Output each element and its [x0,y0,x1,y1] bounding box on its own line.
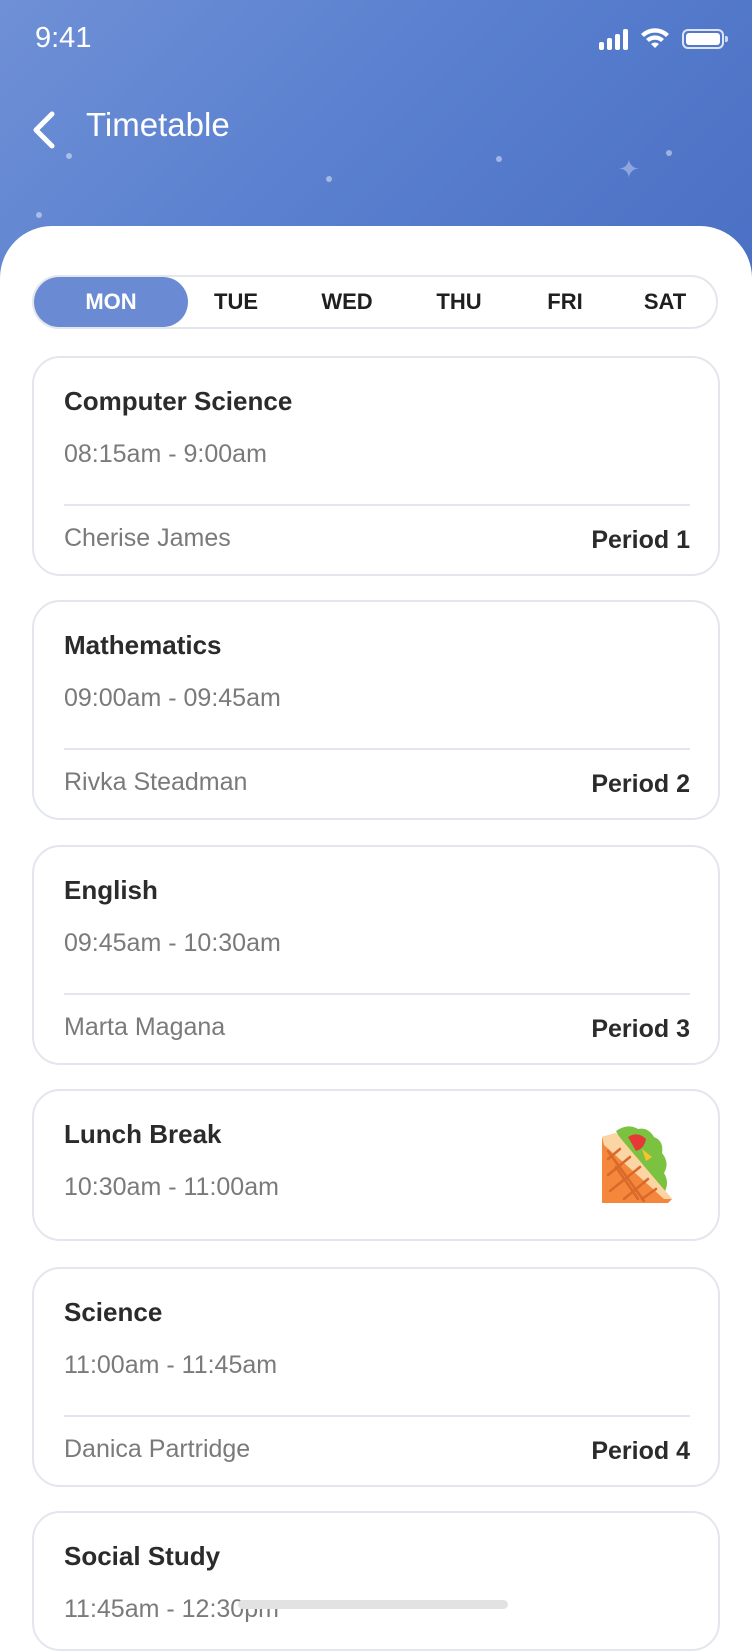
class-subject: Social Study [64,1541,221,1571]
signal-icon [599,28,628,50]
divider [64,748,690,750]
tab-sat[interactable]: SAT [626,277,704,327]
decor-dot [496,156,502,162]
class-period: Period 3 [591,1015,690,1043]
day-tabs: MON TUE WED THU FRI SAT [32,275,718,329]
tab-thu[interactable]: THU [418,277,500,327]
divider [64,993,690,995]
class-teacher: Rivka Steadman [64,768,248,796]
class-card[interactable]: Social Study 11:45am - 12:30pm [32,1511,720,1651]
status-time: 9:41 [35,22,92,54]
class-subject: Computer Science [64,386,293,416]
class-time: 10:30am - 11:00am [64,1173,279,1201]
decor-dot [36,212,42,218]
class-subject: Lunch Break [64,1119,222,1149]
decor-dot [66,153,72,159]
class-subject: English [64,875,158,905]
home-indicator[interactable] [238,1600,508,1609]
decor-dot [326,176,332,182]
class-subject: Mathematics [64,630,222,660]
divider [64,504,690,506]
class-time: 09:00am - 09:45am [64,684,281,712]
class-teacher: Marta Magana [64,1013,226,1041]
back-arrow-icon[interactable] [28,108,64,152]
battery-icon [682,29,728,49]
status-icons [599,28,728,50]
tab-tue[interactable]: TUE [196,277,276,327]
class-time: 11:00am - 11:45am [64,1351,278,1379]
class-teacher: Cherise James [64,524,231,552]
lunch-break-card[interactable]: Lunch Break 10:30am - 11:00am [32,1089,720,1241]
decor-dot [666,150,672,156]
class-period: Period 2 [591,770,690,798]
tab-fri[interactable]: FRI [530,277,600,327]
class-subject: Science [64,1297,163,1327]
divider [64,1415,690,1417]
tab-wed[interactable]: WED [304,277,390,327]
class-card[interactable]: Mathematics 09:00am - 09:45am Rivka Stea… [32,600,720,820]
status-bar: 9:41 [0,0,752,84]
page-title: Timetable [86,106,230,143]
sparkle-icon: ✦ [618,154,640,184]
class-time: 08:15am - 9:00am [64,440,267,468]
class-card[interactable]: Computer Science 08:15am - 9:00am Cheris… [32,356,720,576]
wifi-icon [641,28,669,48]
class-teacher: Danica Partridge [64,1435,251,1463]
class-time: 09:45am - 10:30am [64,929,281,957]
class-period: Period 1 [591,526,690,554]
sandwich-icon [602,1126,672,1203]
class-card[interactable]: English 09:45am - 10:30am Marta Magana P… [32,845,720,1065]
tab-mon[interactable]: MON [34,277,188,327]
class-period: Period 4 [591,1437,690,1465]
class-card[interactable]: Science 11:00am - 11:45am Danica Partrid… [32,1267,720,1487]
